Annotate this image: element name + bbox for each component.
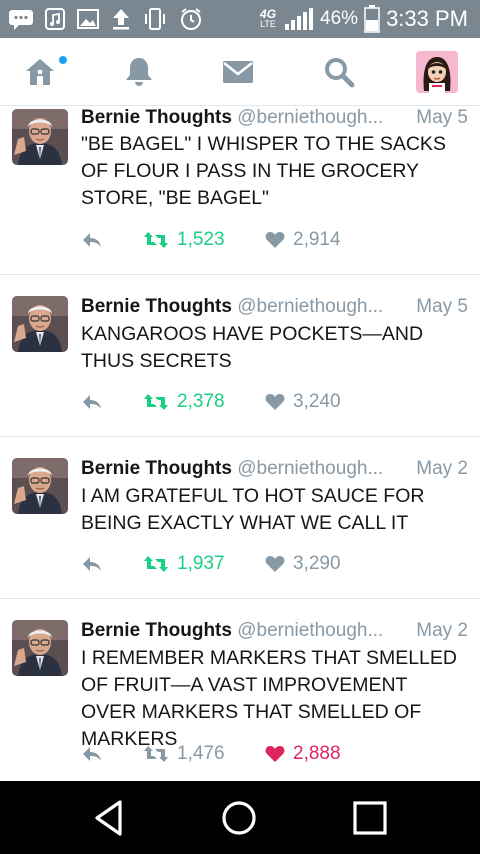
author-handle[interactable]: @berniethough...	[237, 107, 383, 128]
tweet-card[interactable]: Bernie Thoughts @berniethough... May 5 "…	[0, 106, 480, 275]
author-handle[interactable]: @berniethough...	[237, 296, 383, 317]
like-count: 2,888	[293, 743, 341, 764]
tweet-date[interactable]: May 2	[416, 619, 468, 643]
author-name[interactable]: Bernie Thoughts	[81, 107, 232, 128]
system-navigation-bar	[0, 781, 480, 854]
author-handle[interactable]: @berniethough...	[237, 458, 383, 479]
like-button[interactable]: 3,290	[265, 551, 341, 577]
heart-icon	[265, 232, 285, 248]
tweet-date[interactable]: May 5	[416, 295, 468, 319]
home-icon	[26, 59, 54, 85]
tweet-card[interactable]: Bernie Thoughts @berniethough... May 2 I…	[0, 438, 480, 599]
retweet-button[interactable]: 1,523	[143, 227, 225, 253]
signal-icon	[284, 6, 314, 32]
tweet-text: I AM GRATEFUL TO HOT SAUCE FOR BEING EXA…	[81, 485, 425, 534]
tweet-text: KANGAROOS HAVE POCKETS—AND THUS SECRETS	[81, 323, 424, 372]
reply-icon	[83, 557, 101, 571]
retweet-count: 1,476	[177, 743, 225, 764]
retweet-count: 1,523	[177, 229, 225, 250]
clock: 3:33 PM	[386, 6, 468, 31]
tweet-actions: 1,523 2,914	[81, 227, 381, 253]
upload-icon	[110, 6, 132, 32]
recent-apps-square-icon	[353, 800, 387, 835]
reply-button[interactable]	[81, 227, 103, 253]
battery-icon	[364, 5, 380, 33]
reply-button[interactable]	[81, 389, 103, 415]
tweet-actions: 2,378 3,240	[81, 389, 381, 415]
like-button[interactable]: 3,240	[265, 389, 341, 415]
network-type: 4G	[260, 7, 277, 21]
avatar[interactable]	[12, 458, 68, 514]
heart-icon	[265, 746, 285, 762]
reply-button[interactable]	[81, 741, 103, 767]
home-button[interactable]	[199, 781, 279, 854]
retweet-icon	[144, 746, 168, 762]
search-tab[interactable]	[309, 38, 369, 106]
reply-icon	[83, 233, 101, 247]
avatar[interactable]	[12, 620, 68, 676]
status-right: 4G LTE 46% 3:33 PM	[260, 0, 468, 38]
network-subtype: LTE	[260, 19, 276, 29]
back-button[interactable]	[69, 781, 149, 854]
bell-icon	[126, 58, 152, 86]
retweet-button[interactable]: 1,476	[143, 741, 225, 767]
reply-icon	[83, 747, 101, 761]
author-handle[interactable]: @berniethough...	[237, 620, 383, 641]
home-tab[interactable]	[10, 38, 70, 106]
profile-tab[interactable]	[407, 38, 467, 106]
search-icon	[325, 58, 355, 88]
tweet-actions: 1,476 2,888	[81, 741, 381, 767]
like-button[interactable]: 2,888	[265, 741, 341, 767]
music-icon	[44, 6, 66, 32]
retweet-icon	[144, 394, 168, 410]
heart-icon	[265, 556, 285, 572]
reply-icon	[83, 395, 101, 409]
like-button[interactable]: 2,914	[265, 227, 341, 253]
unread-dot	[59, 56, 67, 64]
tweet-header: Bernie Thoughts @berniethough... May 5	[81, 295, 468, 319]
tweet-header: Bernie Thoughts @berniethough... May 2	[81, 619, 468, 643]
notification-icons	[8, 6, 204, 32]
tweet-text: "BE BAGEL" I WHISPER TO THE SACKS OF FLO…	[81, 133, 446, 209]
chat-bubble-icon	[8, 6, 34, 32]
envelope-icon	[223, 61, 253, 83]
back-triangle-icon	[95, 799, 122, 836]
retweet-button[interactable]: 2,378	[143, 389, 225, 415]
messages-tab[interactable]	[208, 38, 268, 106]
tweet-header: Bernie Thoughts @berniethough... May 2	[81, 457, 468, 481]
tweet-card[interactable]: Bernie Thoughts @berniethough... May 2 I…	[0, 600, 480, 781]
vibrate-icon	[142, 6, 168, 32]
battery-percent: 46%	[320, 8, 359, 29]
tweet-header: Bernie Thoughts @berniethough... May 5	[81, 106, 468, 130]
like-count: 2,914	[293, 229, 341, 250]
like-count: 3,240	[293, 391, 341, 412]
heart-icon	[265, 394, 285, 410]
author-name[interactable]: Bernie Thoughts	[81, 296, 232, 317]
home-circle-icon	[222, 800, 256, 835]
recent-apps-button[interactable]	[330, 781, 410, 854]
top-navigation	[0, 38, 480, 106]
tweet-date[interactable]: May 2	[416, 457, 468, 481]
retweet-icon	[144, 556, 168, 572]
author-name[interactable]: Bernie Thoughts	[81, 458, 232, 479]
profile-avatar	[416, 51, 458, 93]
tweet-actions: 1,937 3,290	[81, 551, 381, 577]
like-count: 3,290	[293, 553, 341, 574]
reply-button[interactable]	[81, 551, 103, 577]
retweet-count: 2,378	[177, 391, 225, 412]
retweet-icon	[144, 232, 168, 248]
tweet-date[interactable]: May 5	[416, 106, 468, 130]
retweet-button[interactable]: 1,937	[143, 551, 225, 577]
author-name[interactable]: Bernie Thoughts	[81, 620, 232, 641]
tweet-card[interactable]: Bernie Thoughts @berniethough... May 5 K…	[0, 276, 480, 437]
alarm-icon	[178, 6, 204, 32]
tweet-text: I REMEMBER MARKERS THAT SMELLED OF FRUIT…	[81, 647, 457, 750]
retweet-count: 1,937	[177, 553, 225, 574]
notifications-tab[interactable]	[109, 38, 169, 106]
avatar[interactable]	[12, 296, 68, 352]
status-bar: 4G LTE 46% 3:33 PM	[0, 0, 480, 38]
network-indicator: 4G LTE	[260, 7, 277, 29]
image-icon	[76, 6, 100, 32]
avatar[interactable]	[12, 109, 68, 165]
